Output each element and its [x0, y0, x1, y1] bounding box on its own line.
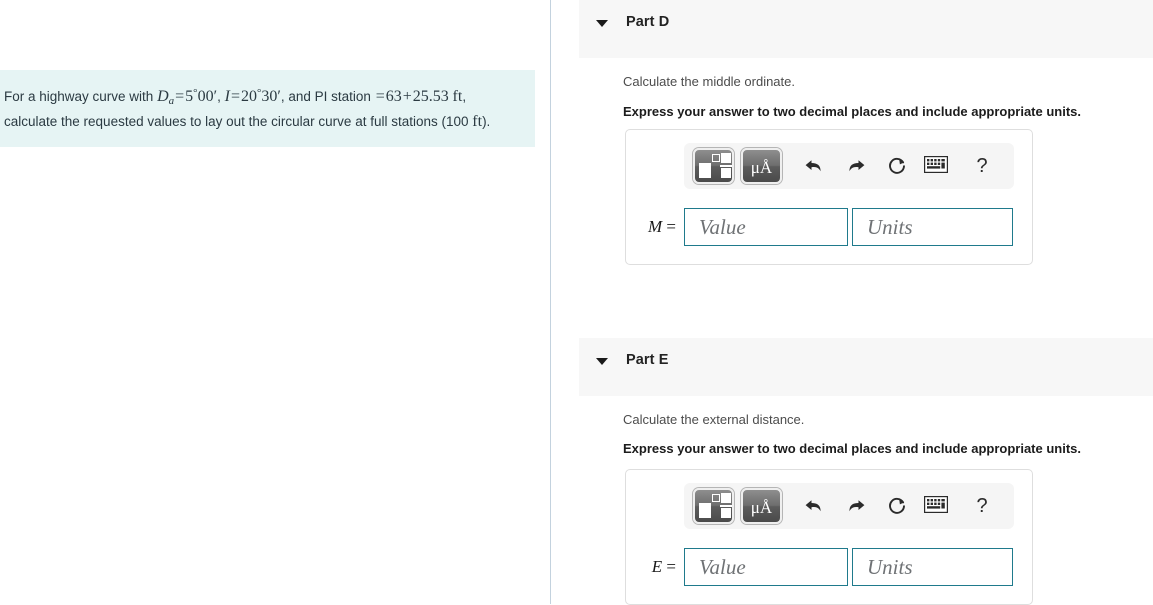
micro-angstrom-icon: μÅ	[750, 498, 773, 517]
part-header-e[interactable]: Part E	[579, 338, 1153, 396]
chevron-down-icon[interactable]	[596, 20, 608, 27]
answer-box-d: μÅ ? M = Value Units	[625, 129, 1033, 265]
template-fraction-top-icon	[721, 493, 731, 503]
unit-ft-2: ft	[472, 112, 483, 130]
template-square-icon	[699, 163, 711, 178]
part-title-d: Part D	[626, 14, 670, 30]
help-icon-d[interactable]: ?	[965, 148, 999, 184]
mid-text: , and PI station	[280, 89, 371, 104]
undo-icon-e[interactable]	[797, 488, 831, 524]
comma-1: ,	[217, 89, 221, 104]
template-fraction-bar-icon	[720, 165, 732, 167]
answer-toolbar-e: μÅ ?	[684, 483, 1014, 529]
part-prompt-e: Calculate the external distance.	[623, 412, 805, 427]
value-da: 5°00′	[185, 87, 218, 105]
answer-toolbar-d: μÅ ?	[684, 143, 1014, 189]
keyboard-icon-e[interactable]	[919, 488, 953, 524]
redo-icon-e[interactable]	[839, 488, 873, 524]
variable-label-e: E =	[651, 557, 676, 576]
problem-intro-text: For a highway curve with	[4, 89, 154, 104]
symbol-da: Da	[157, 88, 175, 107]
keyboard-icon-d[interactable]	[919, 148, 953, 184]
math-template-button-d[interactable]	[693, 148, 734, 184]
template-fraction-bottom-icon	[721, 508, 731, 518]
equals-3: =	[375, 88, 385, 105]
station-whole: 63	[385, 88, 402, 105]
answer-row-d: M =	[626, 208, 1013, 246]
template-superscript-icon	[712, 494, 720, 502]
redo-icon-d[interactable]	[839, 148, 873, 184]
units-input-d[interactable]	[852, 208, 1013, 246]
template-square-icon	[699, 503, 711, 518]
answer-row-e: E =	[626, 548, 1013, 586]
problem-pane: For a highway curve with Da=5°00′, I=20°…	[0, 0, 551, 604]
answer-box-e: μÅ ? E = Value Units	[625, 469, 1033, 605]
help-icon-e[interactable]: ?	[965, 488, 999, 524]
template-fraction-top-icon	[721, 153, 731, 163]
units-button-e[interactable]: μÅ	[741, 488, 782, 524]
part-prompt-d: Calculate the middle ordinate.	[623, 74, 795, 89]
template-fraction-bar-icon	[720, 505, 732, 507]
value-i: 20°30′	[240, 87, 281, 105]
part-title-e: Part E	[626, 352, 669, 368]
template-fraction-bottom-icon	[721, 168, 731, 178]
part-header-d[interactable]: Part D	[579, 0, 1153, 58]
plus-sign: +	[402, 88, 412, 105]
micro-angstrom-icon: μÅ	[750, 158, 773, 177]
variable-label-d: M =	[647, 217, 676, 236]
tail-end-text: ).	[482, 113, 491, 129]
problem-statement: For a highway curve with Da=5°00′, I=20°…	[0, 70, 535, 147]
station-fraction: 25.53	[412, 88, 449, 105]
parts-pane: Part D Calculate the middle ordinate. Ex…	[552, 0, 1153, 605]
chevron-down-icon[interactable]	[596, 358, 608, 365]
value-input-d[interactable]	[684, 208, 848, 246]
part-instruction-d: Express your answer to two decimal place…	[623, 104, 1082, 119]
unit-ft-1: ft	[452, 88, 463, 105]
undo-icon-d[interactable]	[797, 148, 831, 184]
units-input-e[interactable]	[852, 548, 1013, 586]
reset-icon-d[interactable]	[880, 148, 914, 184]
part-instruction-e: Express your answer to two decimal place…	[623, 441, 1082, 456]
reset-icon-e[interactable]	[880, 488, 914, 524]
units-button-d[interactable]: μÅ	[741, 148, 782, 184]
equals-2: =	[230, 88, 240, 105]
template-superscript-icon	[712, 154, 720, 162]
math-template-button-e[interactable]	[693, 488, 734, 524]
equals-1: =	[175, 88, 185, 105]
value-input-e[interactable]	[684, 548, 848, 586]
